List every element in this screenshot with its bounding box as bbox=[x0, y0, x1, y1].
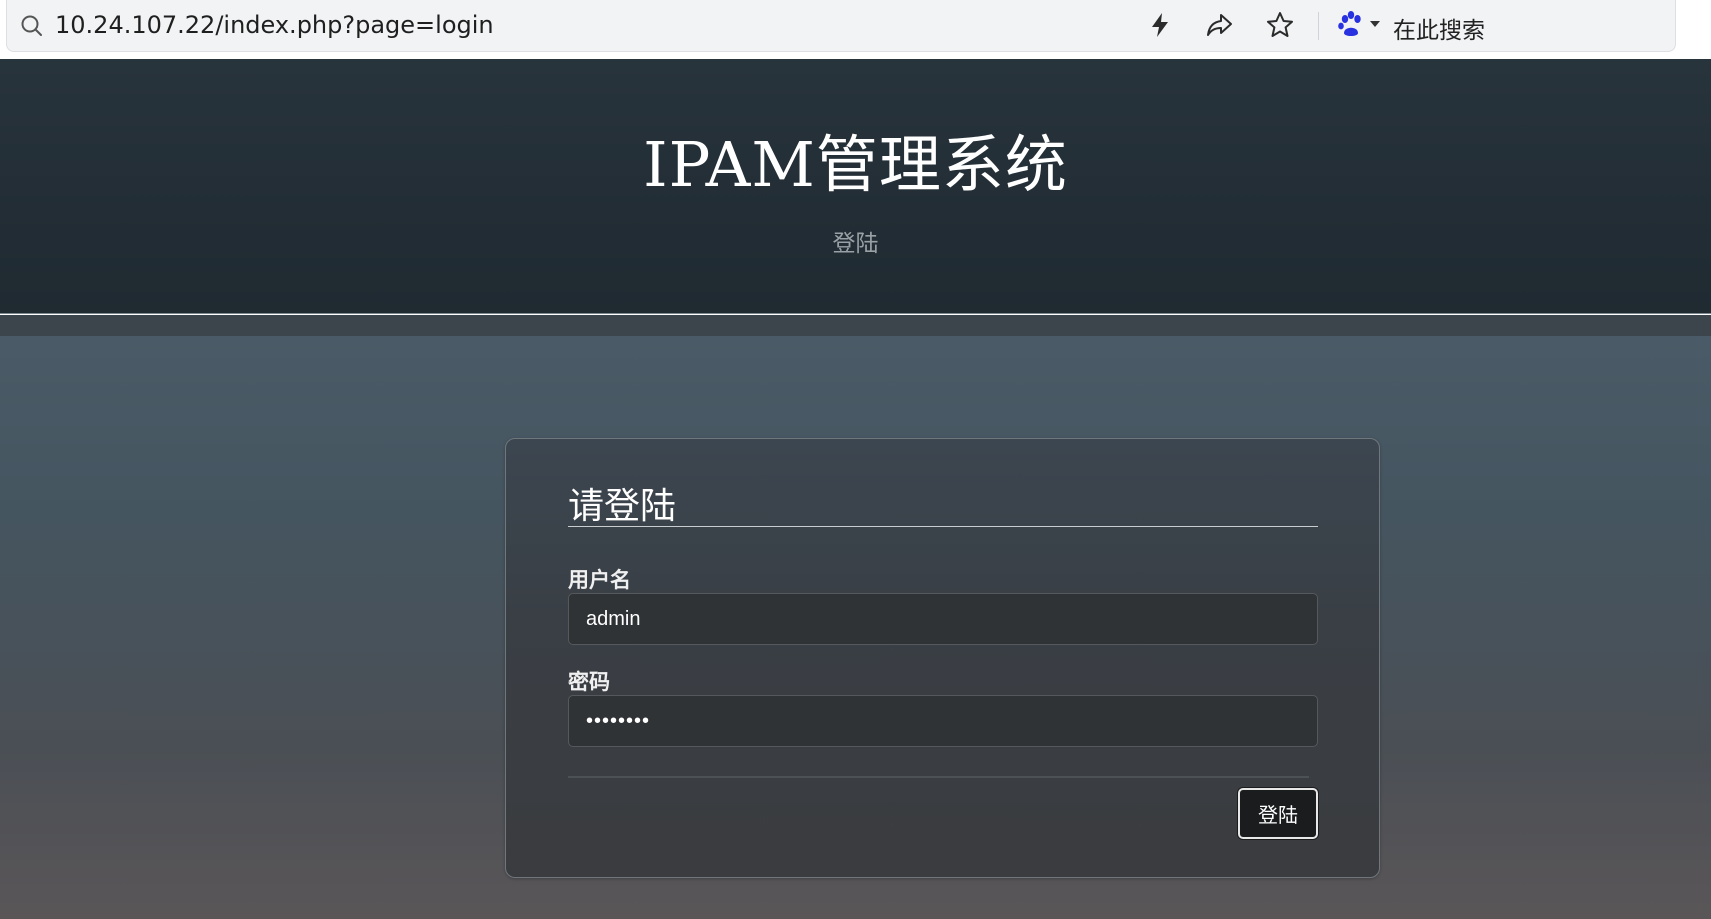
panel-heading: 请登陆 bbox=[568, 486, 677, 527]
engine-search-field[interactable]: 在此搜索 bbox=[1393, 11, 1485, 45]
lightning-icon[interactable] bbox=[1145, 10, 1175, 40]
browser-toolbar: 10.24.107.22/index.php?page=login 在此搜索 bbox=[0, 0, 1711, 59]
login-panel: 请登陆 用户名 密码 登陆 bbox=[505, 438, 1380, 878]
site-subtitle: 登陆 bbox=[832, 231, 879, 257]
search-icon bbox=[19, 13, 45, 39]
chevron-down-icon[interactable] bbox=[1370, 21, 1380, 27]
share-icon[interactable] bbox=[1204, 10, 1234, 40]
password-label: 密码 bbox=[568, 670, 610, 694]
star-icon[interactable] bbox=[1265, 10, 1295, 40]
page-viewport: IPAM管理系统 登陆 请登陆 用户名 密码 登陆 bbox=[0, 59, 1711, 919]
heading-divider bbox=[568, 526, 1318, 527]
window-edge bbox=[1678, 0, 1711, 59]
site-header: IPAM管理系统 登陆 bbox=[0, 59, 1711, 314]
username-input[interactable] bbox=[568, 593, 1318, 645]
username-label: 用户名 bbox=[568, 568, 631, 592]
password-input[interactable] bbox=[568, 695, 1318, 747]
form-divider bbox=[568, 776, 1309, 778]
address-url[interactable]: 10.24.107.22/index.php?page=login bbox=[55, 11, 494, 39]
site-title: IPAM管理系统 bbox=[643, 128, 1068, 201]
baidu-paw-icon[interactable] bbox=[1336, 9, 1368, 41]
header-band bbox=[0, 315, 1711, 336]
toolbar-separator bbox=[1318, 12, 1319, 40]
login-button[interactable]: 登陆 bbox=[1238, 788, 1318, 839]
